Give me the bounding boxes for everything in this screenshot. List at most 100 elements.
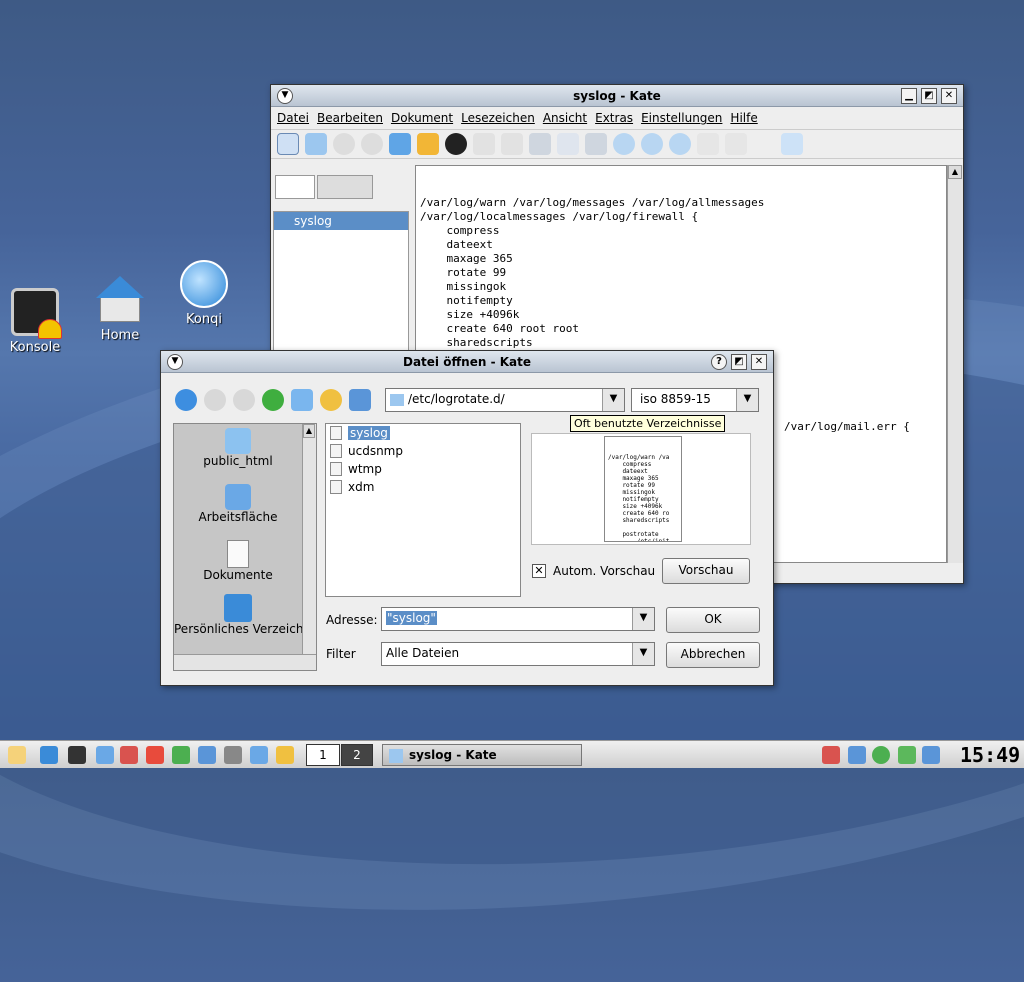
file-item[interactable]: syslog bbox=[326, 424, 520, 442]
preview-line bbox=[608, 524, 678, 531]
tools-icon[interactable] bbox=[198, 746, 216, 764]
file-icon bbox=[330, 462, 342, 476]
tab-file-selector[interactable] bbox=[317, 175, 373, 199]
minimize-button[interactable]: ▁ bbox=[901, 88, 917, 104]
battery-icon[interactable] bbox=[898, 746, 916, 764]
kde-menu-icon[interactable] bbox=[8, 746, 26, 764]
mail-icon[interactable] bbox=[781, 133, 803, 155]
maximize-button[interactable]: ◩ bbox=[921, 88, 937, 104]
zoom-in-icon[interactable] bbox=[641, 133, 663, 155]
close-button[interactable]: ✕ bbox=[751, 354, 767, 370]
reload-icon[interactable] bbox=[262, 389, 284, 411]
places-hscrollbar[interactable] bbox=[174, 654, 316, 670]
mail-icon[interactable] bbox=[120, 746, 138, 764]
forward-icon[interactable] bbox=[233, 389, 255, 411]
place-desktop[interactable]: Arbeitsfläche bbox=[174, 484, 302, 524]
chevron-down-icon[interactable]: ▼ bbox=[632, 643, 654, 665]
filter-combo[interactable]: Alle Dateien ▼ bbox=[381, 642, 655, 666]
chevron-down-icon[interactable]: ▼ bbox=[602, 389, 624, 411]
editor-scrollbar[interactable]: ▲ bbox=[947, 165, 963, 563]
zoom-out-icon[interactable] bbox=[669, 133, 691, 155]
print-icon[interactable] bbox=[697, 133, 719, 155]
scroll-up-arrow[interactable]: ▲ bbox=[303, 424, 315, 438]
forward-icon[interactable] bbox=[361, 133, 383, 155]
menu-bearbeiten[interactable]: Bearbeiten bbox=[317, 111, 383, 125]
place-public-html[interactable]: public_html bbox=[174, 428, 302, 468]
settings-icon[interactable] bbox=[96, 746, 114, 764]
updater-icon[interactable] bbox=[872, 746, 890, 764]
network-icon[interactable] bbox=[146, 746, 164, 764]
folder-icon bbox=[225, 428, 251, 454]
maximize-button[interactable]: ◩ bbox=[731, 354, 747, 370]
cut-icon[interactable] bbox=[529, 133, 551, 155]
ok-button[interactable]: OK bbox=[666, 607, 760, 633]
redo-icon[interactable] bbox=[501, 133, 523, 155]
close-button[interactable]: ✕ bbox=[941, 88, 957, 104]
clipboard-icon[interactable] bbox=[753, 133, 775, 155]
help-icon[interactable] bbox=[224, 746, 242, 764]
places-scrollbar[interactable]: ▲ bbox=[302, 424, 316, 654]
help-button[interactable]: ? bbox=[711, 354, 727, 370]
place-home[interactable]: Persönliches Verzeichnis bbox=[174, 594, 316, 636]
new-folder-icon[interactable] bbox=[291, 389, 313, 411]
new-file-icon[interactable] bbox=[277, 133, 299, 155]
terminal-icon[interactable] bbox=[68, 746, 86, 764]
menu-einstellungen[interactable]: Einstellungen bbox=[641, 111, 722, 125]
kate-icon bbox=[389, 748, 403, 763]
menu-hilfe[interactable]: Hilfe bbox=[730, 111, 757, 125]
close-doc-icon[interactable] bbox=[445, 133, 467, 155]
dialog-titlebar[interactable]: ▼ Datei öffnen - Kate ? ◩ ✕ bbox=[161, 351, 773, 373]
desktop-icon-home[interactable]: Home bbox=[80, 276, 160, 343]
open-file-icon[interactable] bbox=[305, 133, 327, 155]
clock[interactable]: 15:49 bbox=[960, 743, 1020, 767]
file-item[interactable]: wtmp bbox=[326, 460, 520, 478]
encoding-combo[interactable]: iso 8859-15 ▼ bbox=[631, 388, 759, 412]
copy-icon[interactable] bbox=[557, 133, 579, 155]
package-icon[interactable] bbox=[250, 746, 268, 764]
config-menu-icon[interactable] bbox=[349, 389, 371, 411]
back-icon[interactable] bbox=[333, 133, 355, 155]
bookmark-icon[interactable] bbox=[320, 389, 342, 411]
clipboard-icon[interactable] bbox=[822, 746, 840, 764]
chevron-down-icon[interactable]: ▼ bbox=[632, 608, 654, 630]
editor-line: compress bbox=[420, 224, 500, 237]
preview-page: /var/log/warn /va compress dateext maxag… bbox=[604, 436, 682, 542]
task-button-kate[interactable]: syslog - Kate bbox=[382, 744, 582, 766]
desktop-icon-konsole[interactable]: Konsole bbox=[0, 288, 75, 355]
volume-icon[interactable] bbox=[848, 746, 866, 764]
save-all-icon[interactable] bbox=[417, 133, 439, 155]
suse-icon[interactable] bbox=[172, 746, 190, 764]
file-item[interactable]: ucdsnmp bbox=[326, 442, 520, 460]
menu-extras[interactable]: Extras bbox=[595, 111, 633, 125]
network-status-icon[interactable] bbox=[922, 746, 940, 764]
desktop-icon-konqi[interactable]: Konqi bbox=[164, 260, 244, 327]
path-combo[interactable]: /etc/logrotate.d/ ▼ bbox=[385, 388, 625, 412]
back-icon[interactable] bbox=[204, 389, 226, 411]
address-combo[interactable]: "syslog" ▼ bbox=[381, 607, 655, 631]
up-folder-icon[interactable] bbox=[175, 389, 197, 411]
kate-titlebar[interactable]: ▼ syslog - Kate ▁ ◩ ✕ bbox=[271, 85, 963, 107]
file-item[interactable]: xdm bbox=[326, 478, 520, 496]
paste-icon[interactable] bbox=[585, 133, 607, 155]
home-icon[interactable] bbox=[40, 746, 58, 764]
menu-dokument[interactable]: Dokument bbox=[391, 111, 453, 125]
desktop-pager-1[interactable]: 1 bbox=[306, 744, 340, 766]
desktop-pager-2[interactable]: 2 bbox=[341, 744, 373, 766]
auto-preview-checkbox[interactable]: ✕ bbox=[532, 564, 546, 578]
menu-datei[interactable]: Datei bbox=[277, 111, 309, 125]
menu-lesezeichen[interactable]: Lesezeichen bbox=[461, 111, 535, 125]
preview-button[interactable]: Vorschau bbox=[662, 558, 750, 584]
menu-ansicht[interactable]: Ansicht bbox=[543, 111, 587, 125]
save-icon[interactable] bbox=[389, 133, 411, 155]
scroll-up-arrow[interactable]: ▲ bbox=[948, 165, 962, 179]
undo-icon[interactable] bbox=[473, 133, 495, 155]
browser-icon[interactable] bbox=[276, 746, 294, 764]
file-name: xdm bbox=[348, 480, 375, 494]
tab-file-list[interactable] bbox=[275, 175, 315, 199]
file-list-item[interactable]: syslog bbox=[274, 212, 408, 230]
cancel-button[interactable]: Abbrechen bbox=[666, 642, 760, 668]
print-preview-icon[interactable] bbox=[725, 133, 747, 155]
chevron-down-icon[interactable]: ▼ bbox=[736, 389, 758, 411]
place-documents[interactable]: Dokumente bbox=[174, 540, 302, 582]
find-icon[interactable] bbox=[613, 133, 635, 155]
